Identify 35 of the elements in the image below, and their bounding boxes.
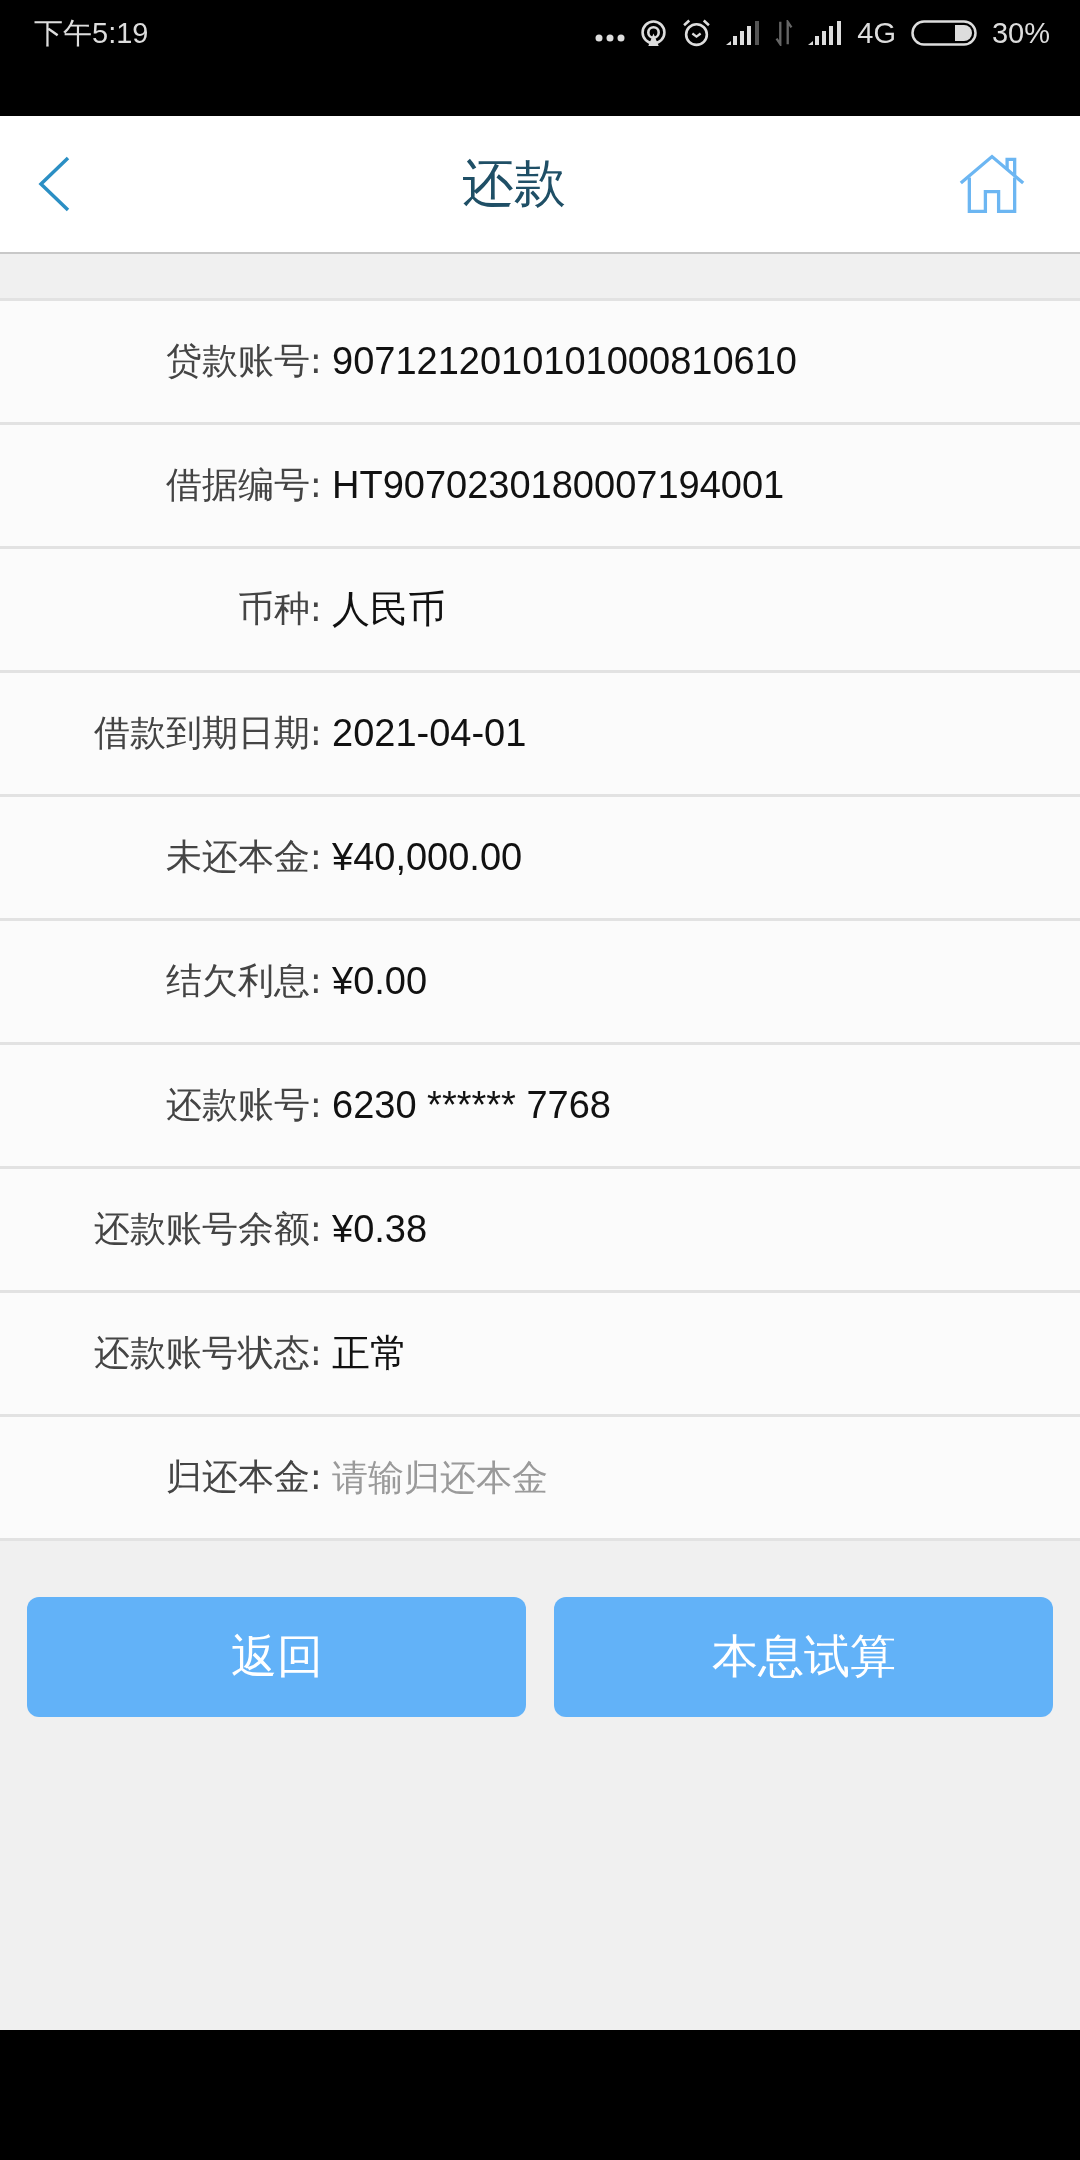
back-button[interactable]: 返回 [27,1597,526,1717]
amount-input-field[interactable]: 请输归还本金 [332,1451,1050,1504]
field-label: 借款到期日期: [92,711,322,755]
field-label: 归还本金: [164,1455,322,1499]
status-time: 下午5:19 [34,16,149,51]
field-label: 借据编号: [164,463,322,507]
field-label: 未还本金: [164,835,322,879]
field-value: HT9070230180007194001 [332,464,785,507]
field-label: 币种: [236,587,322,631]
field-value: 9071212010101000810610 [332,340,797,383]
more-dots-icon [595,34,626,42]
calculate-button[interactable]: 本息试算 [554,1597,1053,1717]
field-value: 人民币 [332,587,446,632]
field-value: ¥0.38 [332,1208,428,1251]
field-value: ¥40,000.00 [332,836,523,879]
field-value: 2021-04-01 [332,712,527,755]
field-label: 还款账号: [164,1083,322,1127]
network-type: 4G [857,16,896,51]
signal-icon [808,21,843,45]
back-chevron-icon[interactable] [38,156,70,212]
field-label: 结欠利息: [164,959,322,1003]
alarm-clock-icon [682,18,712,48]
page-title: 还款 [462,152,566,215]
field-value: ¥0.00 [332,960,428,1003]
input-row[interactable]: 归还本金: 请输归还本金 [0,1414,1080,1541]
field-value: 6230 ****** 7768 [332,1084,611,1127]
field-label: 还款账号状态: [92,1331,322,1375]
home-icon[interactable] [958,153,1026,215]
field-value: 正常 [332,1331,408,1376]
battery-icon [910,20,977,46]
field-label: 贷款账号: [164,339,322,383]
hotspot-icon [640,19,668,47]
field-label: 还款账号余额: [92,1207,322,1251]
battery-percent: 30% [991,16,1050,51]
signal-icon [726,21,761,45]
